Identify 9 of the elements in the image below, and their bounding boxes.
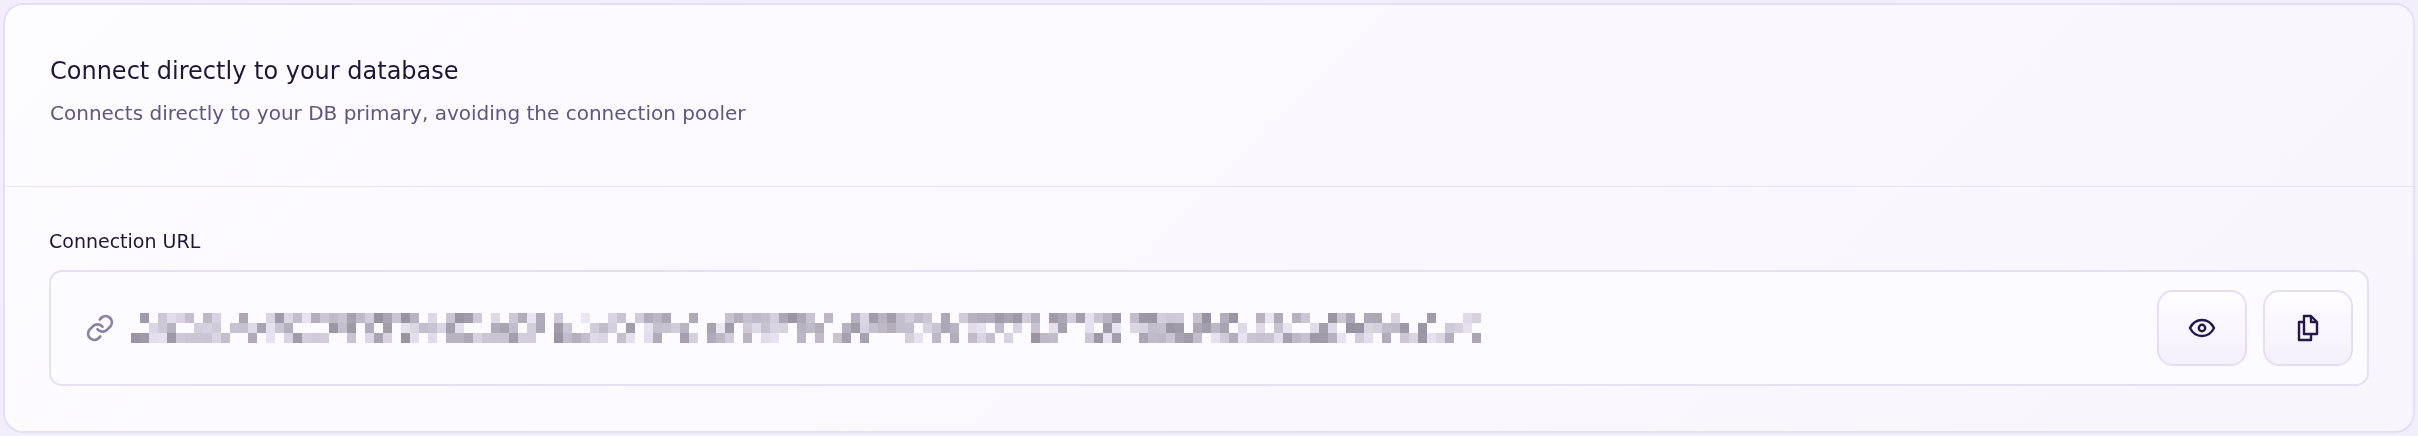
link-icon bbox=[85, 312, 115, 343]
copy-button[interactable] bbox=[2263, 289, 2353, 366]
eye-icon bbox=[2188, 316, 2216, 339]
show-button[interactable] bbox=[2157, 289, 2247, 366]
card-subtitle: Connects directly to your DB primary, avoiding the connection pooler bbox=[50, 99, 747, 127]
field-label: Connection URL bbox=[49, 229, 201, 254]
copy-icon bbox=[2297, 313, 2319, 342]
card-title: Connect directly to your database bbox=[50, 57, 460, 86]
url-field[interactable] bbox=[49, 269, 2369, 386]
